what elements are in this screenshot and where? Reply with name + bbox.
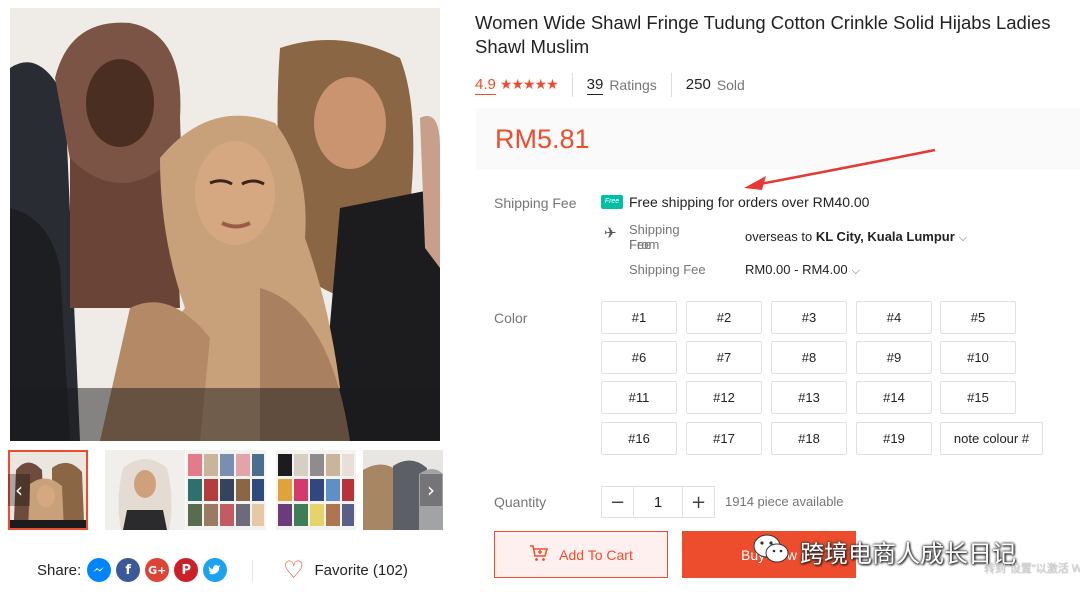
color-option-3[interactable]: #3 bbox=[771, 301, 847, 334]
decrement-button[interactable]: − bbox=[602, 487, 633, 517]
shipping-fee-sub-label: Shipping Fee bbox=[629, 262, 706, 277]
color-option-11[interactable]: #11 bbox=[601, 381, 677, 414]
free-shipping-icon: Free bbox=[601, 195, 623, 209]
stock-available: 1914 piece available bbox=[725, 494, 844, 509]
thumbnail-3[interactable] bbox=[186, 450, 266, 530]
thumbnail-next-icon[interactable]: › bbox=[420, 474, 442, 506]
stat-divider bbox=[571, 73, 573, 97]
quantity-input[interactable]: 1 bbox=[633, 487, 683, 517]
shipping-destination-value: KL City, Kuala Lumpur bbox=[815, 229, 955, 244]
color-option-15[interactable]: #15 bbox=[940, 381, 1016, 414]
free-shipping-row: Free Free shipping for orders over RM40.… bbox=[601, 194, 869, 210]
shipping-origin: overseas bbox=[745, 229, 798, 244]
messenger-icon[interactable] bbox=[87, 558, 112, 582]
color-option-4[interactable]: #4 bbox=[856, 301, 932, 334]
sold-count: 250 bbox=[685, 76, 711, 93]
color-option-note[interactable]: note colour # bbox=[940, 422, 1043, 455]
product-title: Women Wide Shawl Fringe Tudung Cotton Cr… bbox=[475, 12, 1051, 57]
pinterest-icon[interactable]: P bbox=[174, 558, 199, 582]
facebook-icon[interactable]: f bbox=[116, 558, 141, 582]
airplane-icon: ✈ bbox=[604, 224, 617, 242]
color-option-9[interactable]: #9 bbox=[856, 341, 932, 374]
favorite-label: Favorite (102) bbox=[314, 561, 408, 579]
share-label: Share: bbox=[37, 561, 82, 579]
shipping-fee-label: Shipping Fee bbox=[494, 195, 577, 211]
thumbnail-prev-icon[interactable]: ‹ bbox=[8, 474, 30, 506]
share-divider bbox=[252, 560, 253, 582]
thumbnail-strip: ‹ › bbox=[8, 450, 443, 530]
color-option-17[interactable]: #17 bbox=[686, 422, 762, 455]
color-option-19[interactable]: #19 bbox=[856, 422, 932, 455]
add-to-cart-button[interactable]: Add To Cart bbox=[494, 531, 668, 578]
product-stats: 4.9 ★★★★★ 39 Ratings 250 Sold bbox=[475, 73, 745, 97]
cart-plus-icon bbox=[529, 544, 549, 566]
color-option-14[interactable]: #14 bbox=[856, 381, 932, 414]
increment-button[interactable]: + bbox=[683, 487, 714, 517]
color-option-5[interactable]: #5 bbox=[940, 301, 1016, 334]
product-main-image[interactable] bbox=[10, 8, 440, 441]
watermark-overlay: 跨境电商人成长日记 转到"设置"以激活 Windows bbox=[752, 530, 1080, 590]
free-shipping-text: Free shipping for orders over RM40.00 bbox=[629, 194, 870, 210]
wechat-logo-icon bbox=[753, 534, 789, 563]
color-option-8[interactable]: #8 bbox=[771, 341, 847, 374]
color-option-2[interactable]: #2 bbox=[686, 301, 762, 334]
thumbnail-2[interactable] bbox=[105, 450, 185, 530]
chevron-down-icon: ⌵ bbox=[851, 264, 860, 277]
rating-stars-icon: ★★★★★ bbox=[499, 77, 559, 93]
favorite-button[interactable]: ♡ Favorite (102) bbox=[283, 556, 408, 584]
color-option-10[interactable]: #10 bbox=[940, 341, 1016, 374]
color-option-6[interactable]: #6 bbox=[601, 341, 677, 374]
color-option-12[interactable]: #12 bbox=[686, 381, 762, 414]
watermark-sub-text: 转到"设置"以激活 Windows bbox=[984, 563, 1080, 575]
quantity-stepper: − 1 + bbox=[601, 486, 715, 518]
rating-value[interactable]: 4.9 bbox=[475, 76, 496, 95]
thumbnail-4[interactable] bbox=[276, 450, 356, 530]
annotation-arrow-icon bbox=[744, 148, 936, 190]
chevron-down-icon: ⌵ bbox=[958, 231, 968, 244]
sold-label: Sold bbox=[716, 77, 745, 93]
quantity-label: Quantity bbox=[494, 494, 547, 510]
shipping-to-word: to bbox=[801, 229, 813, 244]
google-plus-icon[interactable]: G+ bbox=[145, 558, 170, 582]
twitter-icon[interactable] bbox=[203, 558, 228, 582]
stat-divider bbox=[670, 73, 672, 97]
color-option-7[interactable]: #7 bbox=[686, 341, 762, 374]
color-label: Color bbox=[494, 310, 528, 326]
product-price: RM5.81 bbox=[495, 124, 590, 154]
shipping-from-label-2: From bbox=[629, 237, 660, 252]
color-option-18[interactable]: #18 bbox=[771, 422, 847, 455]
shipping-fee-range[interactable]: RM0.00 - RM4.00 ⌵ bbox=[745, 262, 860, 278]
color-option-16[interactable]: #16 bbox=[601, 422, 677, 455]
add-to-cart-label: Add To Cart bbox=[559, 546, 633, 563]
share-row: Share: f G+ P bbox=[37, 555, 232, 585]
heart-icon: ♡ bbox=[283, 556, 305, 584]
color-option-1[interactable]: #1 bbox=[601, 301, 677, 334]
shipping-destination[interactable]: overseas to KL City, Kuala Lumpur ⌵ bbox=[745, 229, 967, 245]
ratings-count[interactable]: 39 bbox=[586, 76, 604, 95]
ratings-label: Ratings bbox=[609, 77, 657, 93]
color-option-13[interactable]: #13 bbox=[771, 381, 847, 414]
shipping-fee-value: RM0.00 - RM4.00 bbox=[745, 262, 848, 277]
